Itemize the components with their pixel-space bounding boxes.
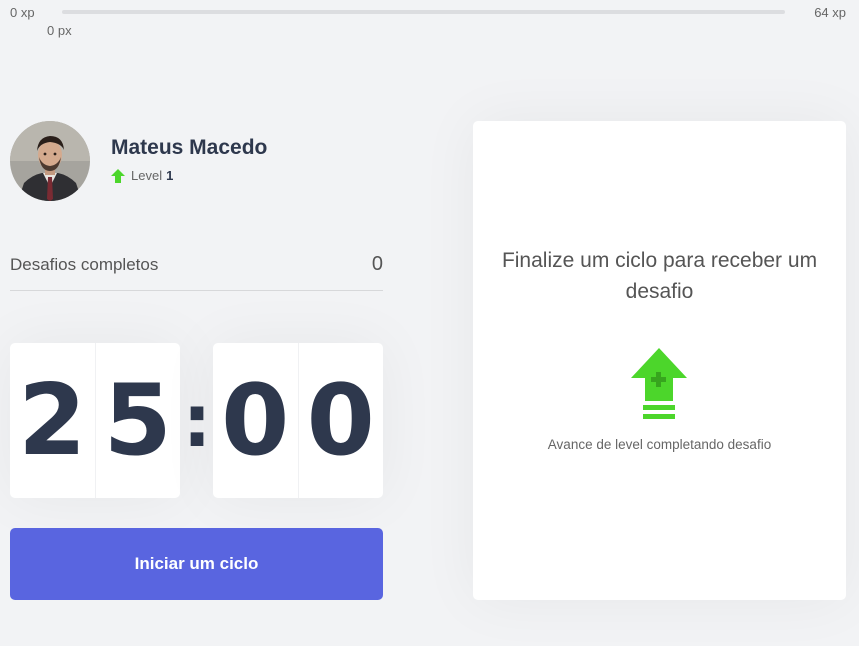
countdown-seconds: 0 0 [213,343,383,498]
countdown-minutes: 2 5 [10,343,180,498]
challenge-box: Finalize um ciclo para receber um desafi… [473,121,846,600]
xp-track [62,10,785,14]
completed-challenges: Desafios completos 0 [10,253,383,276]
xp-current-label: 0 px [47,23,72,38]
countdown-separator: : [182,378,212,463]
level-value: 1 [166,168,174,183]
level-label: Level [131,168,163,183]
minute-tens-digit: 2 [18,363,87,478]
challenge-box-hint: Avance de level completando desafio [547,437,772,452]
avatar [10,121,90,201]
divider [10,290,383,291]
level-up-arrow-icon [111,168,125,183]
second-units-digit: 0 [297,343,384,498]
challenge-box-title: Finalize um ciclo para receber um desafi… [501,249,818,303]
level-up-icon [631,348,687,428]
xp-min-label: 0 xp [10,5,35,20]
completed-challenges-count: 0 [371,253,383,275]
start-cycle-button[interactable]: Iniciar um ciclo [10,528,383,600]
profile-name: Mateus Macedo [111,136,268,159]
completed-challenges-label: Desafios completos [10,254,159,274]
xp-max-label: 64 xp [814,5,846,20]
level-row: Level 1 [111,168,173,183]
second-tens-digit: 0 [221,363,290,478]
minute-units-digit: 5 [94,343,181,498]
